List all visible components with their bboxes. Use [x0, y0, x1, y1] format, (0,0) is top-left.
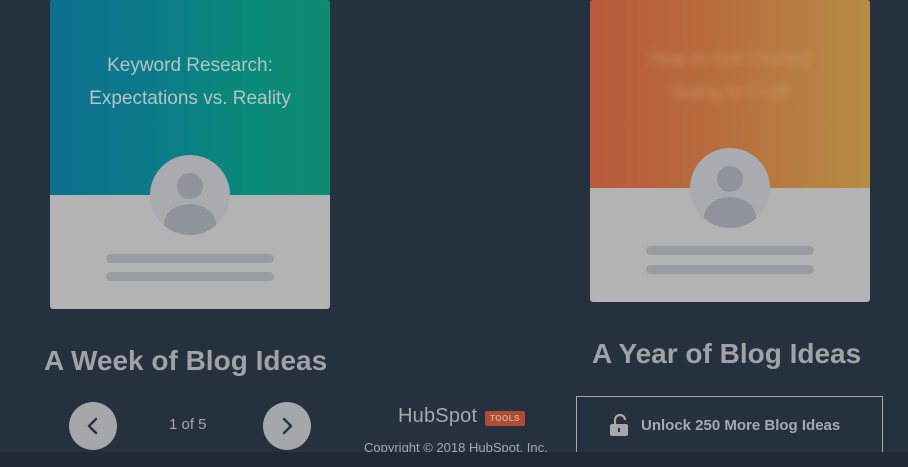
- blog-idea-card-year: How to Get Started Going to Draft: [590, 0, 870, 302]
- bottom-bar: [0, 452, 908, 467]
- unlock-button[interactable]: Unlock 250 More Blog Ideas: [576, 396, 883, 453]
- placeholder-line: [106, 272, 274, 281]
- placeholder-line: [106, 254, 274, 263]
- avatar-icon: [150, 155, 230, 235]
- avatar-icon: [690, 148, 770, 228]
- tools-badge: TOOLS: [485, 411, 525, 426]
- unlock-icon: [610, 413, 628, 436]
- next-button[interactable]: [263, 402, 311, 450]
- logo-text: HubSpot: [398, 405, 478, 427]
- week-heading: A Week of Blog Ideas: [44, 345, 328, 376]
- previous-button[interactable]: [69, 402, 117, 450]
- placeholder-line: [646, 246, 814, 255]
- chevron-left-icon: [87, 417, 98, 435]
- blurred-card-title: How to Get Started Going to Draft: [649, 49, 811, 103]
- year-heading: A Year of Blog Ideas: [592, 338, 862, 369]
- chevron-right-icon: [282, 417, 293, 435]
- blog-idea-card-week: Keyword Research: Expectations vs. Reali…: [50, 0, 330, 309]
- placeholder-line: [646, 265, 814, 274]
- unlock-label: Unlock 250 More Blog Ideas: [641, 417, 841, 434]
- card-title: Keyword Research: Expectations vs. Reali…: [89, 55, 291, 109]
- page-indicator: 1 of 5: [169, 416, 207, 433]
